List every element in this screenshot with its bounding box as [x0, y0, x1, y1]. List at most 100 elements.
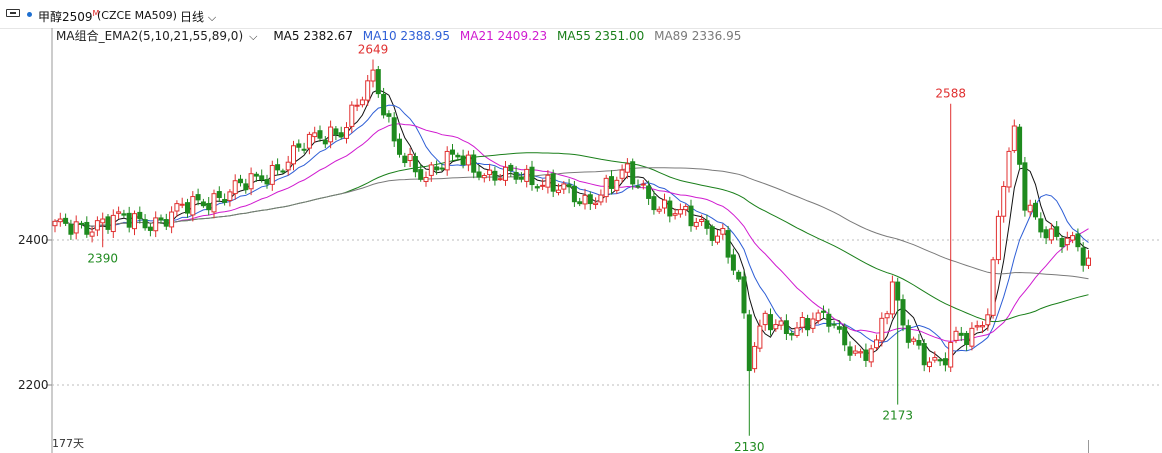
candle-body	[460, 155, 466, 165]
candlestick-chart[interactable]: 2200 2400 2649 2390 2130 2173 2588	[0, 0, 1162, 453]
candle-body	[635, 185, 641, 188]
candle-body	[768, 314, 773, 331]
candle-body	[280, 170, 286, 173]
candle-body	[52, 220, 58, 227]
candle-body	[455, 154, 461, 158]
candle-body	[942, 358, 948, 366]
candle-body	[969, 327, 975, 347]
candle-body	[328, 126, 334, 143]
candle-body	[359, 99, 365, 106]
candle-body	[513, 172, 519, 180]
candle-body	[407, 153, 413, 162]
annotation-2390: 2390	[87, 251, 118, 265]
candle-body	[948, 342, 954, 368]
candle-body	[137, 211, 143, 220]
candle-body	[985, 314, 991, 326]
candle-body	[243, 183, 249, 191]
candle-body	[990, 259, 996, 316]
candle-body	[958, 332, 964, 336]
candle-body	[174, 203, 180, 212]
candle-body	[110, 214, 116, 233]
candle-body	[264, 179, 270, 185]
candle-body	[163, 219, 169, 227]
candle-body	[259, 175, 265, 181]
candle-body	[195, 194, 201, 201]
candle-body	[874, 339, 879, 349]
candle-body	[338, 132, 344, 138]
candle-body	[699, 219, 705, 222]
candle-body	[116, 211, 122, 214]
candle-body	[518, 176, 524, 180]
candle-body	[730, 254, 736, 271]
candle-body	[646, 185, 652, 199]
candle-body	[884, 313, 890, 319]
candle-body	[227, 191, 233, 201]
candle-body	[147, 226, 153, 231]
candle-body	[704, 220, 710, 229]
candle-body	[677, 209, 683, 215]
ma-line-ma21	[54, 123, 1089, 342]
candle-body	[105, 216, 111, 230]
candle-body	[190, 196, 196, 216]
candle-body	[577, 201, 583, 205]
candle-body	[481, 174, 487, 179]
candle-body	[900, 299, 906, 326]
candle-body	[211, 193, 217, 213]
candle-body	[402, 155, 408, 164]
candle-body	[640, 183, 646, 186]
candle-body	[465, 154, 471, 166]
candle-body	[94, 220, 100, 231]
visible-days-label: 177天	[52, 437, 84, 450]
candles	[52, 59, 1091, 453]
candle-body	[296, 143, 302, 148]
candle-body	[651, 196, 657, 211]
annotation-2588: 2588	[935, 87, 966, 101]
candle-body	[709, 226, 715, 241]
candle-body	[1086, 257, 1091, 266]
candle-body	[693, 221, 699, 227]
candle-body	[630, 161, 636, 185]
candle-body	[852, 350, 858, 354]
candle-body	[412, 156, 418, 173]
candle-body	[248, 173, 254, 190]
candle-body	[1006, 150, 1012, 188]
candle-body	[571, 185, 577, 203]
candle-body	[476, 171, 482, 178]
candle-body	[121, 213, 127, 216]
candle-body	[662, 199, 667, 209]
candle-body	[344, 127, 349, 139]
candle-body	[153, 217, 159, 232]
candle-body	[57, 218, 63, 223]
candle-body	[1038, 218, 1044, 233]
candle-body	[905, 325, 911, 343]
candle-body	[879, 317, 885, 342]
annotation-2649: 2649	[358, 42, 389, 56]
candle-body	[370, 69, 376, 82]
candle-body	[826, 313, 832, 327]
candle-body	[73, 221, 79, 234]
candle-body	[1011, 125, 1017, 152]
candle-body	[232, 180, 238, 195]
candle-body	[688, 205, 694, 227]
candle-body	[720, 227, 726, 235]
candle-body	[179, 203, 185, 206]
candle-body	[609, 176, 614, 189]
candle-body	[921, 343, 927, 366]
candle-body	[63, 217, 69, 224]
candle-body	[1022, 162, 1028, 211]
candle-body	[815, 312, 821, 322]
candle-body	[132, 213, 137, 230]
candle-body	[863, 349, 869, 361]
candle-body	[524, 168, 530, 182]
candle-body	[556, 189, 561, 194]
candle-body	[624, 163, 630, 173]
candle-body	[1017, 126, 1023, 165]
candle-body	[561, 183, 567, 190]
candle-body	[550, 173, 556, 192]
candle-body	[312, 132, 318, 138]
candle-body	[497, 178, 503, 181]
candle-body	[540, 184, 546, 187]
candle-body	[487, 169, 493, 176]
candle-body	[434, 166, 440, 171]
candle-body	[1001, 185, 1007, 217]
